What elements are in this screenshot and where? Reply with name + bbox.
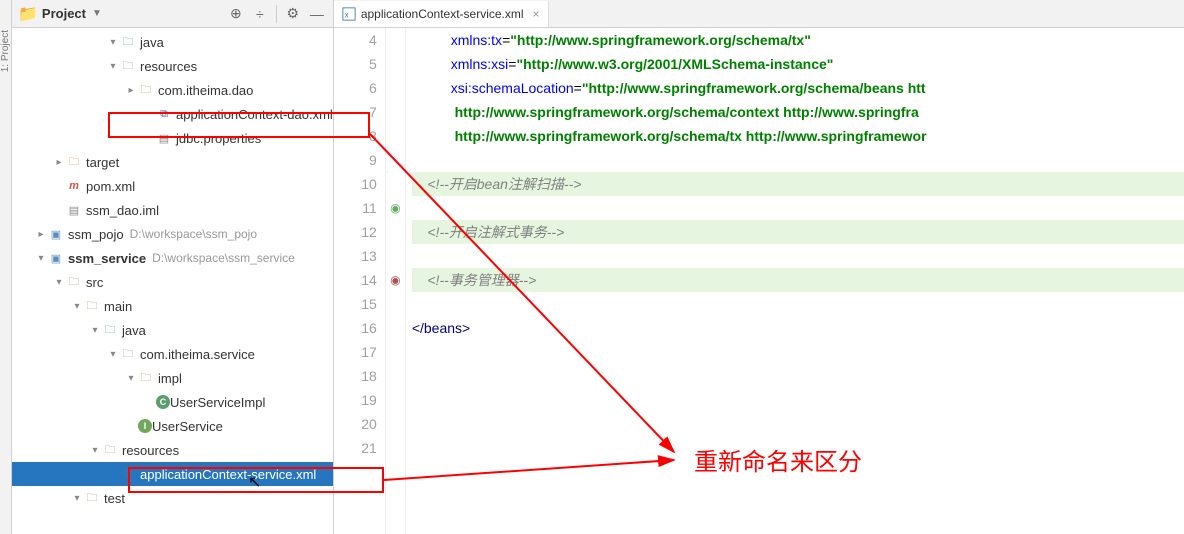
xml-icon: x	[342, 7, 356, 21]
tree-label: resources	[122, 443, 179, 458]
tree-arrow[interactable]: ▾	[70, 301, 84, 312]
project-title: Project	[42, 6, 86, 21]
project-panel: 📁 Project ▼ ⊕ ÷ ⚙ — ▾🗀java▾🗀resources▸🗀c…	[12, 0, 334, 534]
tree-item[interactable]: ▸▣ssm_pojoD:\workspace\ssm_pojo	[12, 222, 333, 246]
tree-arrow[interactable]: ▾	[88, 325, 102, 336]
tree-arrow[interactable]: ▾	[52, 277, 66, 288]
tree-label: applicationContext-service.xml	[140, 467, 316, 482]
tree-label: com.itheima.dao	[158, 83, 253, 98]
tab-label: applicationContext-service.xml	[361, 7, 524, 21]
tree-arrow[interactable]: ▸	[124, 85, 138, 96]
project-header: 📁 Project ▼ ⊕ ÷ ⚙ —	[12, 0, 333, 28]
tree-item[interactable]: ▾▣ssm_serviceD:\workspace\ssm_service	[12, 246, 333, 270]
tree-label: main	[104, 299, 132, 314]
tree-item[interactable]: ▾🗀src	[12, 270, 333, 294]
collapse-button[interactable]: ÷	[250, 4, 270, 24]
editor-tabs: x applicationContext-service.xml ×	[334, 0, 1184, 28]
tree-label: test	[104, 491, 125, 506]
tree-item[interactable]: ▾🗀java	[12, 318, 333, 342]
tree-item[interactable]: ▸🗀target	[12, 150, 333, 174]
tree-item[interactable]: ▸🗀com.itheima.dao	[12, 78, 333, 102]
tree-item[interactable]: ▤ssm_dao.iml	[12, 198, 333, 222]
tree-label: ssm_dao.iml	[86, 203, 159, 218]
tree-arrow[interactable]: ▾	[106, 349, 120, 360]
tree-item[interactable]: ⧉applicationContext-dao.xml	[12, 102, 333, 126]
tree-label: com.itheima.service	[140, 347, 255, 362]
gear-icon[interactable]: ⚙	[283, 4, 303, 24]
minimize-button[interactable]: —	[307, 4, 327, 24]
tree-arrow[interactable]: ▾	[88, 445, 102, 456]
tree-item[interactable]: ▾🗀resources	[12, 438, 333, 462]
tree-item[interactable]: ▤jdbc.properties	[12, 126, 333, 150]
close-icon[interactable]: ×	[533, 7, 540, 21]
locate-button[interactable]: ⊕	[226, 4, 246, 24]
editor-body[interactable]: 456789101112131415161718192021 ◉◉ xmlns:…	[334, 28, 1184, 534]
tree-item[interactable]: mpom.xml	[12, 174, 333, 198]
tree-item[interactable]: ▾🗀impl	[12, 366, 333, 390]
tree-item[interactable]: CUserServiceImpl	[12, 390, 333, 414]
tree-label: java	[140, 35, 164, 50]
chevron-down-icon[interactable]: ▼	[92, 8, 102, 19]
gutter-icons: ◉◉	[386, 28, 406, 534]
tree-item[interactable]: IUserService	[12, 414, 333, 438]
tree-item[interactable]: ⧉applicationContext-service.xml	[12, 462, 333, 486]
editor-panel: x applicationContext-service.xml × 45678…	[334, 0, 1184, 534]
left-tool-strip[interactable]: 1: Project	[0, 0, 12, 534]
folder-icon: 📁	[18, 4, 38, 24]
tree-label: src	[86, 275, 103, 290]
tree-item[interactable]: ▾🗀com.itheima.service	[12, 342, 333, 366]
strip-label: 1: Project	[0, 30, 11, 72]
line-gutter: 456789101112131415161718192021	[334, 28, 386, 534]
tree-arrow[interactable]: ▾	[124, 373, 138, 384]
tree-label: UserService	[152, 419, 223, 434]
tree-arrow[interactable]: ▾	[34, 253, 48, 264]
tree-label: ssm_pojo	[68, 227, 124, 242]
tree-arrow[interactable]: ▸	[34, 229, 48, 240]
tree-label: ssm_service	[68, 251, 146, 266]
tree-item[interactable]: ▾🗀main	[12, 294, 333, 318]
tree-label: UserServiceImpl	[170, 395, 265, 410]
tree-label: java	[122, 323, 146, 338]
tree-path: D:\workspace\ssm_pojo	[130, 227, 257, 241]
tree-arrow[interactable]: ▾	[106, 61, 120, 72]
code-area[interactable]: xmlns:tx="http://www.springframework.org…	[406, 28, 1184, 534]
tree-item[interactable]: ▾🗀test	[12, 486, 333, 510]
tree-item[interactable]: ▾🗀resources	[12, 54, 333, 78]
tree-label: target	[86, 155, 119, 170]
tree-label: jdbc.properties	[176, 131, 261, 146]
svg-text:x: x	[344, 10, 348, 19]
tree-label: impl	[158, 371, 182, 386]
tree-item[interactable]: ▾🗀java	[12, 30, 333, 54]
tree-arrow[interactable]: ▾	[106, 37, 120, 48]
tree-arrow[interactable]: ▸	[52, 157, 66, 168]
tree-arrow[interactable]: ▾	[70, 493, 84, 504]
editor-tab[interactable]: x applicationContext-service.xml ×	[334, 1, 549, 27]
tree-label: applicationContext-dao.xml	[176, 107, 333, 122]
tree-label: resources	[140, 59, 197, 74]
tree-label: pom.xml	[86, 179, 135, 194]
tree-path: D:\workspace\ssm_service	[152, 251, 295, 265]
project-tree[interactable]: ▾🗀java▾🗀resources▸🗀com.itheima.dao⧉appli…	[12, 28, 333, 534]
